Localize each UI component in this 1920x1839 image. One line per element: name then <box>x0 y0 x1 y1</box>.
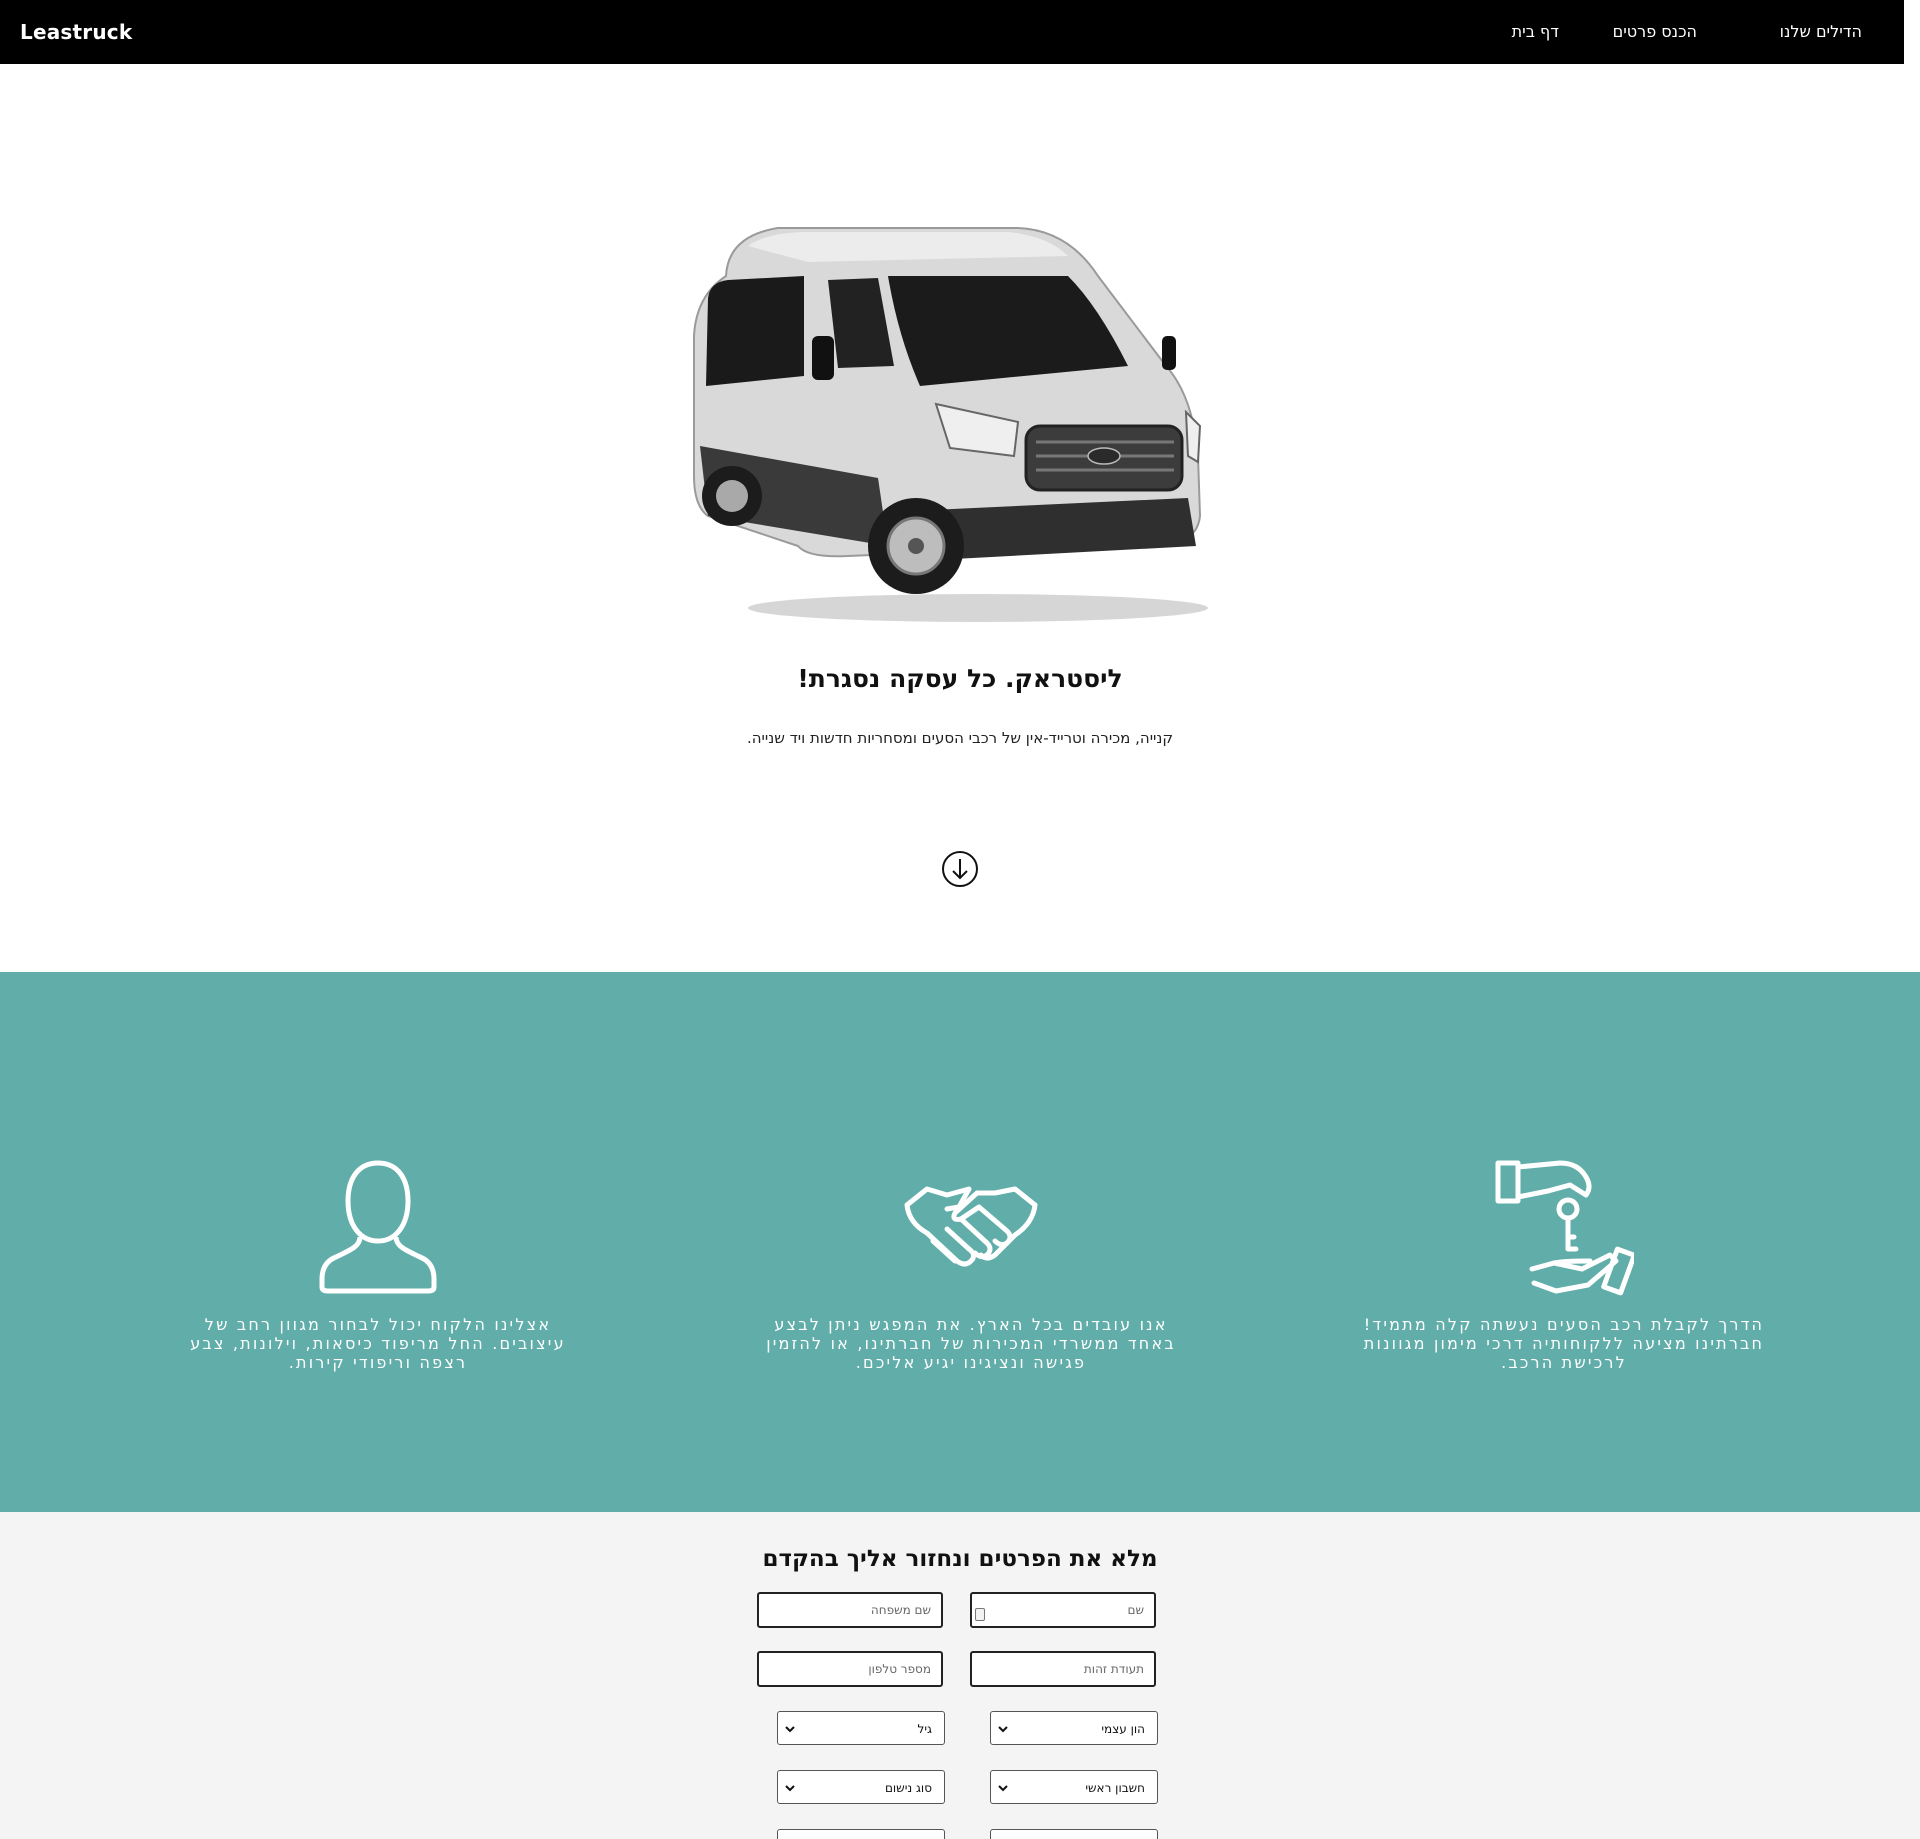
hero-subtitle: קנייה, מכירה וטרייד-אין של רכבי הסעים ומ… <box>746 729 1174 747</box>
hero-van-image <box>693 227 1208 622</box>
last-name-field[interactable] <box>757 1592 943 1628</box>
id-number-field[interactable] <box>970 1651 1156 1687</box>
feature-meeting: אנו עובדים בכל הארץ. את המפגש ניתן לבצע … <box>761 972 1181 1512</box>
hero-title: ליסטראק. כל עסקה נסגרת! <box>797 664 1123 693</box>
account-select[interactable]: חשבון ראשי <box>990 1770 1158 1804</box>
transport-type-select[interactable]: סוג נישום <box>777 1770 945 1804</box>
key-handover-icon <box>1495 1160 1634 1296</box>
chevron-down-icon <box>998 1726 1008 1733</box>
top-navbar: Leastruck הדילים שלנו הכנס פרטים דף בית <box>0 0 1904 64</box>
feature-financing-text: הדרך לקבלת רכב הסעים נעשתה קלה מתמיד! חב… <box>1363 1315 1765 1372</box>
chevron-down-icon <box>785 1785 795 1792</box>
handshake-icon <box>904 1186 1038 1267</box>
first-name-field[interactable] <box>970 1592 1156 1628</box>
nav-link-home[interactable]: דף בית <box>1512 0 1559 64</box>
equity-select-value: הון עצמי <box>1101 1722 1145 1736</box>
account-select-value: חשבון ראשי <box>1085 1781 1145 1795</box>
feature-financing: הדרך לקבלת רכב הסעים נעשתה קלה מתמיד! חב… <box>1354 972 1774 1512</box>
extra-select-right[interactable] <box>990 1829 1158 1839</box>
extra-select-left[interactable] <box>777 1829 945 1839</box>
features-section: אצלינו הלקוח יכול לבחור מגוון רחב של עיצ… <box>0 972 1920 1512</box>
feature-meeting-text: אנו עובדים בכל הארץ. את המפגש ניתן לבצע … <box>766 1315 1176 1372</box>
age-select[interactable]: גיל <box>777 1711 945 1745</box>
contact-form-section: מלא את הפרטים ונחזור אליך בהקדם הון עצמי… <box>0 1512 1920 1839</box>
chevron-down-icon <box>998 1785 1008 1792</box>
person-icon <box>319 1160 437 1294</box>
equity-select[interactable]: הון עצמי <box>990 1711 1158 1745</box>
feature-design: אצלינו הלקוח יכול לבחור מגוון רחב של עיצ… <box>168 972 588 1512</box>
autofill-icon <box>975 1608 985 1621</box>
arrow-down-circle-icon[interactable] <box>941 850 979 888</box>
nav-link-our-deals[interactable]: הדילים שלנו <box>1780 0 1862 64</box>
transport-type-select-value: סוג נישום <box>884 1781 932 1795</box>
age-select-value: גיל <box>917 1722 932 1736</box>
feature-design-text: אצלינו הלקוח יכול לבחור מגוון רחב של עיצ… <box>190 1315 566 1372</box>
phone-field[interactable] <box>757 1651 943 1687</box>
chevron-down-icon <box>785 1726 795 1733</box>
nav-links: הדילים שלנו הכנס פרטים דף בית <box>0 0 1904 64</box>
nav-link-enter-details[interactable]: הכנס פרטים <box>1613 0 1697 64</box>
form-title: מלא את הפרטים ונחזור אליך בהקדם <box>762 1546 1158 1572</box>
